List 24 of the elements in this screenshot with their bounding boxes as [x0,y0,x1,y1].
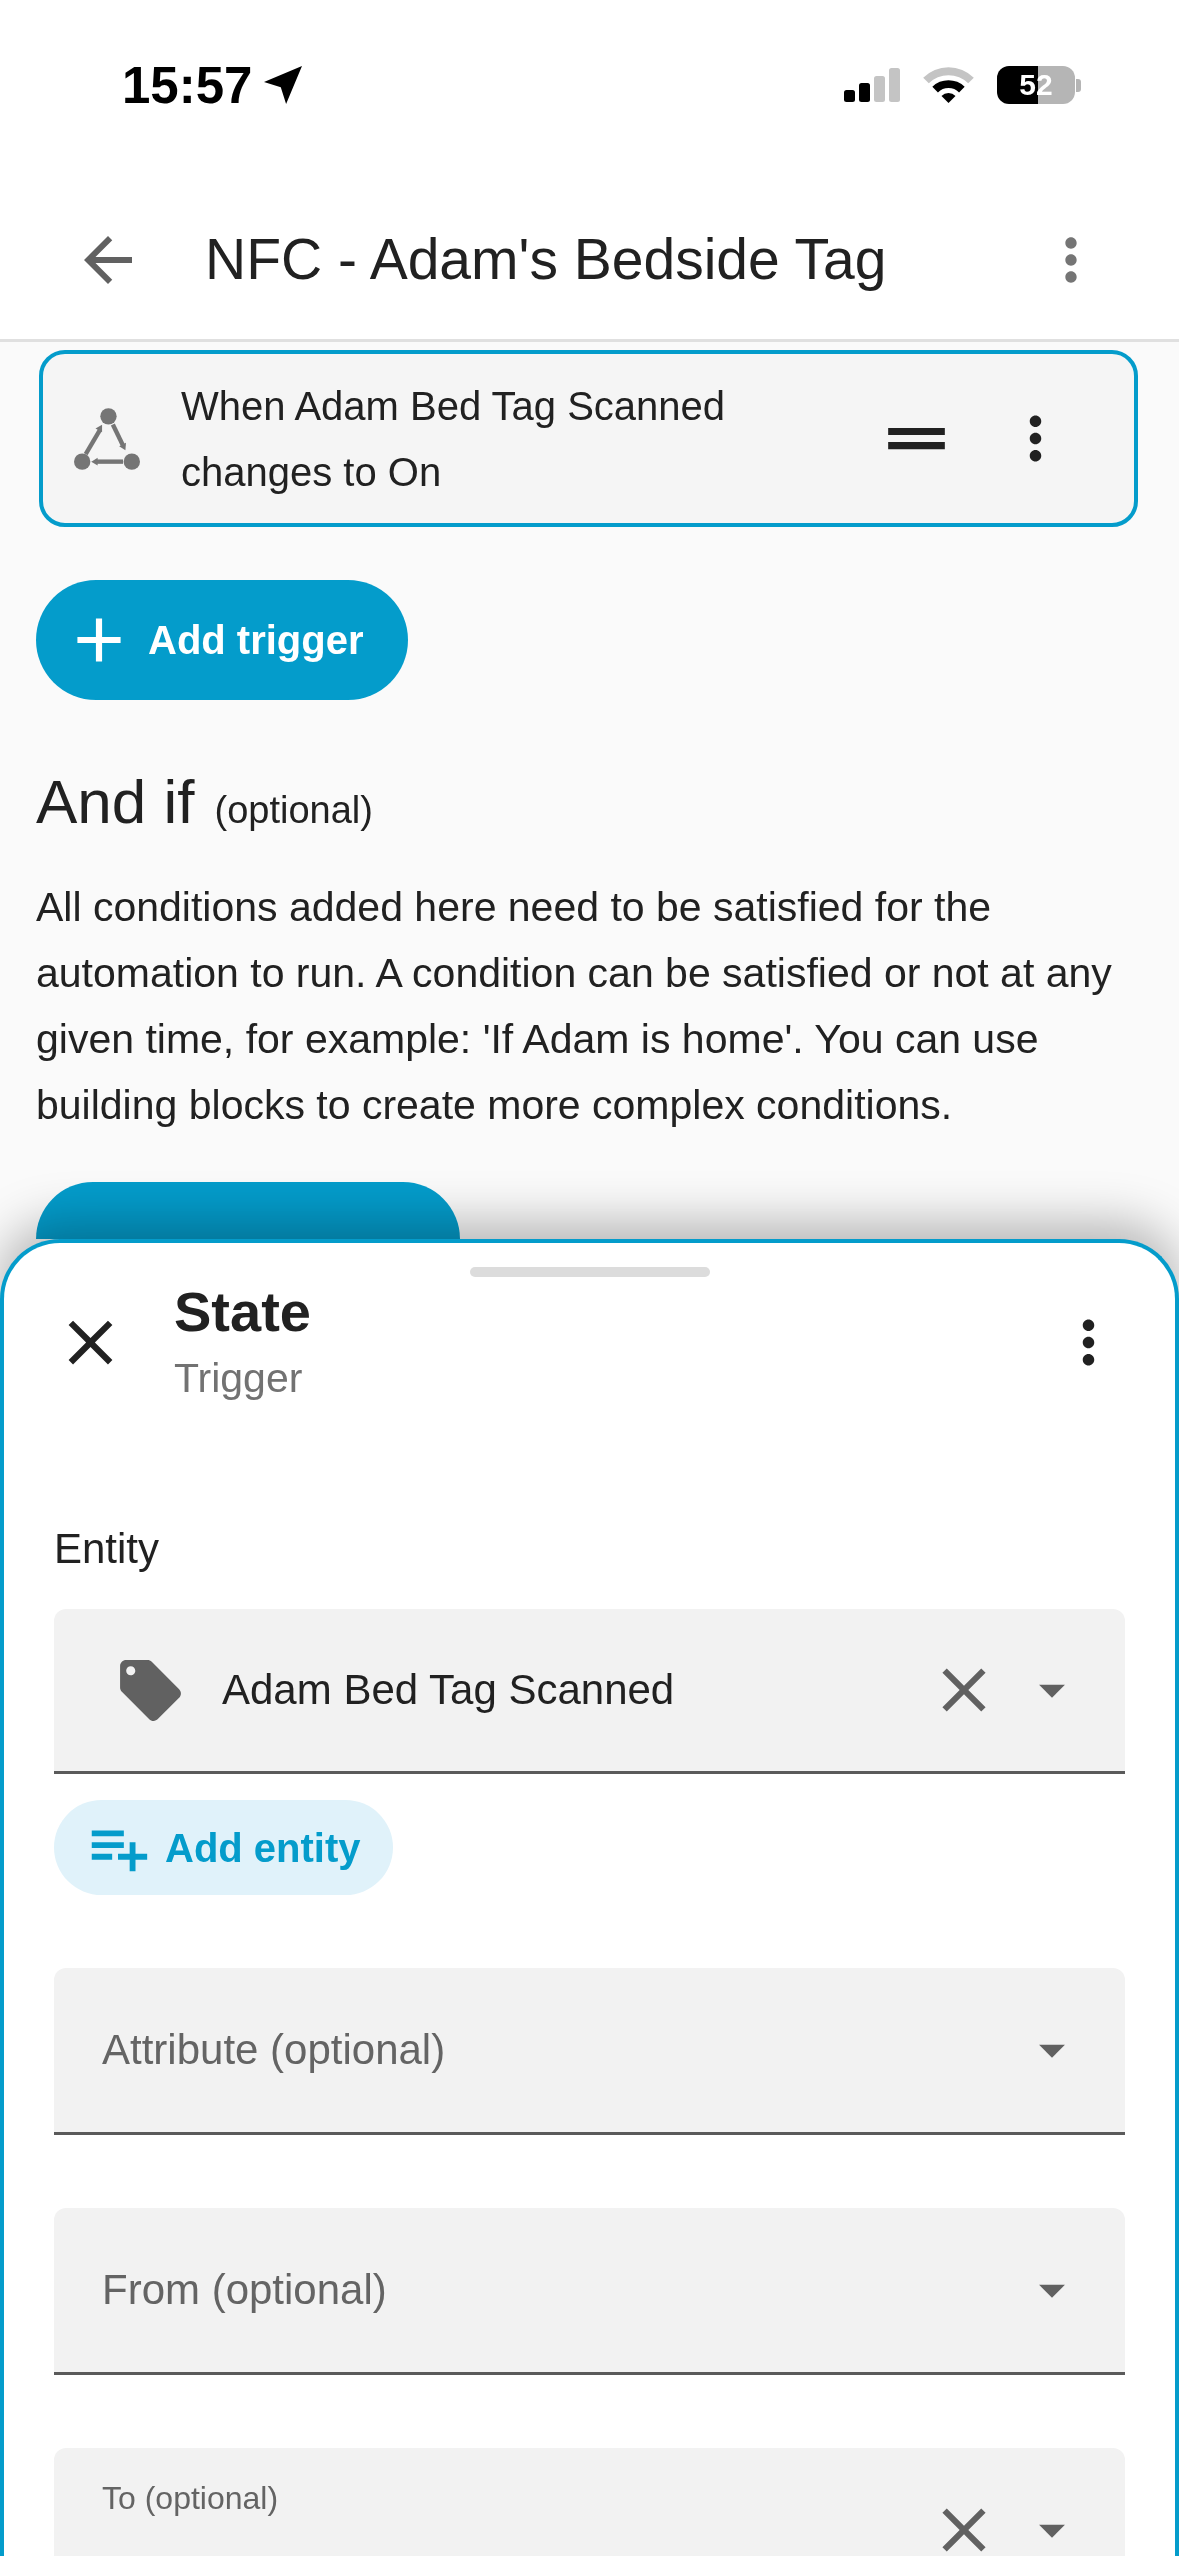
select-field[interactable]: Attribute (optional) [54,1968,1125,2135]
status-time: 15:57 [122,59,253,111]
section-heading: And if [36,766,195,838]
connected-nodes-icon [74,407,140,470]
field-label: Attribute (optional) [102,2025,446,2075]
trigger-card[interactable]: When Adam Bed Tag Scanned changes to On [39,350,1138,527]
entity-picker-field[interactable]: Adam Bed Tag Scanned [54,1609,1125,1774]
add-trigger-button[interactable]: Add trigger [36,580,408,700]
entity-label: Entity [54,1524,160,1574]
field-label: To (optional) [102,2479,279,2518]
select-field[interactable]: From (optional) [54,2208,1125,2375]
field-label: From (optional) [102,2265,387,2315]
wifi-icon [923,67,974,103]
sheet-title: State [174,1279,311,1345]
signal-bars-icon [844,68,900,102]
sheet-handle[interactable] [469,1267,710,1277]
trigger-description: When Adam Bed Tag Scanned changes to On [181,382,727,496]
optional-note: (optional) [214,788,373,833]
select-field[interactable]: To (optional) [54,2448,1125,2556]
section-description: All conditions added here need to be satisfied for the automation to run. A condition can be satisfied or not at any given time, for example: 'If Adam is home'. You can use building blocks to create more complex conditions. [36,883,1113,1130]
entity-value: Adam Bed Tag Scanned [222,1665,675,1715]
location-arrow-icon [264,66,303,104]
sheet-subtitle: Trigger [174,1354,304,1403]
add-entity-button[interactable]: Add entity [54,1800,393,1895]
